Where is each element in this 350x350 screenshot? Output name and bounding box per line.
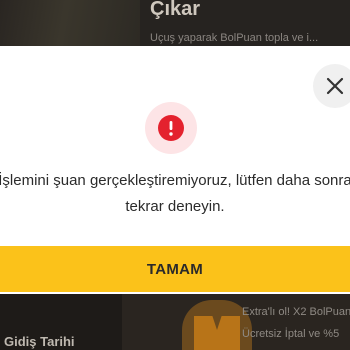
error-message: İşlemini şuan gerçekleştiremiyoruz, lütf… bbox=[0, 168, 350, 220]
exclamation-icon bbox=[158, 115, 184, 141]
error-message-line-2: tekrar deneyin. bbox=[125, 198, 225, 215]
error-message-line-1: İşlemini şuan gerçekleştiremiyoruz, lütf… bbox=[0, 172, 350, 189]
close-button[interactable] bbox=[313, 64, 350, 108]
background-top-image bbox=[0, 0, 140, 46]
background-bottom-image bbox=[122, 294, 350, 350]
error-dialog: İşlemini şuan gerçekleştiremiyoruz, lütf… bbox=[0, 46, 350, 294]
background-promo-line-2: Ücretsiz İptal ve %5 bbox=[242, 328, 340, 340]
ok-button[interactable]: TAMAM bbox=[0, 246, 350, 292]
background-promo-line-1: Extra'lı ol! X2 BolPuan bbox=[242, 306, 350, 318]
screen: Çıkar Uçuş yaparak BolPuan topla ve i...… bbox=[0, 0, 350, 350]
close-icon bbox=[326, 77, 344, 95]
alert-badge bbox=[145, 102, 197, 154]
background-card-title: Çıkar bbox=[150, 0, 201, 20]
background-card-subtitle: Uçuş yaparak BolPuan topla ve i... bbox=[150, 32, 319, 44]
background-departure-date-label: Gidiş Tarihi bbox=[4, 334, 75, 349]
